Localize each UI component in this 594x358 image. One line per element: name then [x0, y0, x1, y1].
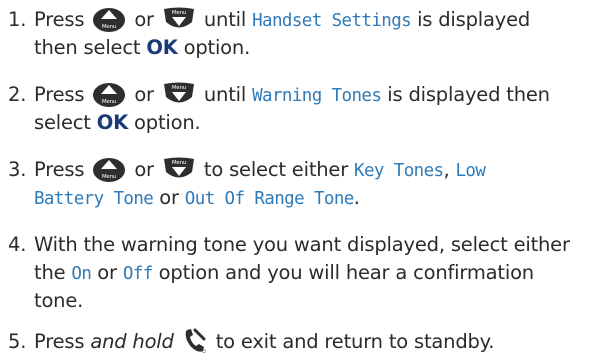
instruction-steps: 1. Press Menu or Menu until Handset Setti… [0, 0, 594, 358]
step-number: 1. [8, 8, 27, 31]
lcd-text: Low [455, 161, 486, 181]
up-arrow-button-icon: Menu [92, 156, 126, 182]
end-call-handset-icon: ⏻ [182, 326, 208, 354]
step-5: 5. Press and hold ⏻ to exit and return to… [0, 326, 594, 354]
menu-label: Menu [172, 85, 186, 91]
step-2: 2. Press Menu or Menu until Warning Tones… [0, 81, 594, 137]
lcd-text: Warning Tones [252, 86, 382, 106]
menu-down-arrow-button-icon: Menu [162, 156, 196, 182]
lcd-text: Off [122, 264, 153, 284]
menu-label: Menu [102, 24, 116, 30]
lcd-text: Out Of Range Tone [184, 189, 355, 209]
step-number: 3. [8, 158, 27, 181]
ok-option: OK [96, 111, 129, 134]
step-4: 4. With the warning tone you want display… [0, 231, 594, 315]
step-3: 3. Press Menu or Menu to select either Ke… [0, 156, 594, 212]
lcd-text: Battery Tone [34, 189, 154, 209]
up-arrow-button-icon: Menu [92, 6, 126, 32]
ok-option: OK [146, 36, 178, 59]
up-arrow-button-icon: Menu [92, 81, 126, 107]
menu-down-arrow-button-icon: Menu [162, 6, 196, 32]
svg-text:⏻: ⏻ [202, 349, 206, 354]
lcd-text: Handset Settings [252, 11, 412, 31]
lcd-text: Key Tones [354, 161, 444, 181]
menu-label: Menu [102, 174, 116, 180]
step-1: 1. Press Menu or Menu until Handset Setti… [0, 6, 594, 62]
step-number: 2. [8, 83, 27, 106]
step-number: 5. [8, 330, 27, 353]
menu-label: Menu [172, 160, 186, 166]
menu-down-arrow-button-icon: Menu [162, 81, 196, 107]
menu-label: Menu [172, 10, 186, 16]
step-number: 4. [8, 233, 27, 256]
menu-label: Menu [102, 99, 116, 105]
lcd-text: On [71, 264, 92, 284]
